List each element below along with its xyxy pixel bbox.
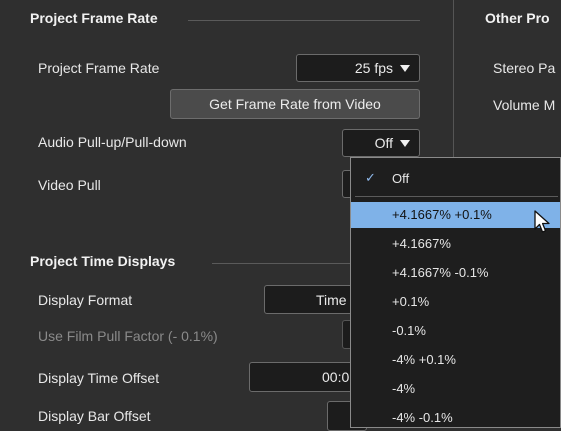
chevron-down-icon: [400, 140, 410, 147]
time-offset-value: 00:0: [322, 369, 350, 385]
audio-pull-label: Audio Pull-up/Pull-down: [38, 134, 187, 150]
menu-item-label: -4%: [392, 381, 416, 396]
audio-pull-dropdown[interactable]: Off: [342, 129, 420, 157]
display-format-dropdown[interactable]: Time: [264, 285, 364, 314]
section-divider: [212, 263, 352, 264]
section-title-time-displays: Project Time Displays: [30, 253, 176, 269]
audio-pull-value: Off: [374, 135, 393, 151]
volume-label: Volume M: [493, 97, 556, 113]
menu-item-option[interactable]: -4% +0.1%: [351, 347, 560, 373]
time-offset-field[interactable]: 00:0: [249, 362, 364, 392]
pull-options-menu: ✓ Off +4.1667% +0.1% +4.1667% +4.1667% -…: [350, 157, 561, 428]
chevron-down-icon: [400, 65, 410, 72]
menu-item-option[interactable]: +4.1667%: [351, 231, 560, 257]
section-divider: [188, 20, 420, 21]
menu-item-label: -4% -0.1%: [392, 410, 453, 425]
menu-item-option[interactable]: -4%: [351, 376, 560, 402]
film-pull-label: Use Film Pull Factor (- 0.1%): [38, 328, 218, 344]
frame-rate-value: 25 fps: [354, 60, 393, 76]
menu-item-off[interactable]: ✓ Off: [351, 166, 560, 192]
menu-item-option[interactable]: -0.1%: [351, 318, 560, 344]
menu-separator: [355, 196, 558, 197]
section-title-frame-rate: Project Frame Rate: [30, 10, 158, 26]
frame-rate-dropdown[interactable]: 25 fps: [296, 54, 420, 82]
get-frame-rate-button[interactable]: Get Frame Rate from Video: [170, 89, 420, 119]
menu-item-label: +4.1667%: [392, 236, 451, 251]
menu-item-label: -4% +0.1%: [392, 352, 456, 367]
checkmark-icon: ✓: [365, 170, 376, 185]
bar-offset-label: Display Bar Offset: [38, 408, 151, 424]
menu-item-label: Off: [392, 171, 410, 186]
video-pull-label: Video Pull: [38, 177, 101, 193]
time-offset-label: Display Time Offset: [38, 370, 160, 386]
menu-item-label: +4.1667% +0.1%: [392, 207, 492, 222]
menu-item-label: +0.1%: [392, 294, 430, 309]
menu-item-option[interactable]: +4.1667% +0.1%: [351, 202, 560, 228]
menu-item-option[interactable]: +4.1667% -0.1%: [351, 260, 560, 286]
menu-item-option[interactable]: -4% -0.1%: [351, 405, 560, 431]
section-title-other: Other Pro: [485, 10, 550, 26]
display-format-value: Time: [316, 292, 347, 308]
stereo-label: Stereo Pa: [493, 60, 556, 76]
menu-item-option[interactable]: +0.1%: [351, 289, 560, 315]
display-format-label: Display Format: [38, 292, 133, 308]
panel-divider: [453, 0, 454, 160]
menu-item-label: +4.1667% -0.1%: [392, 265, 489, 280]
frame-rate-label: Project Frame Rate: [38, 60, 160, 76]
menu-item-label: -0.1%: [392, 323, 426, 338]
mouse-cursor-icon: [534, 210, 550, 233]
